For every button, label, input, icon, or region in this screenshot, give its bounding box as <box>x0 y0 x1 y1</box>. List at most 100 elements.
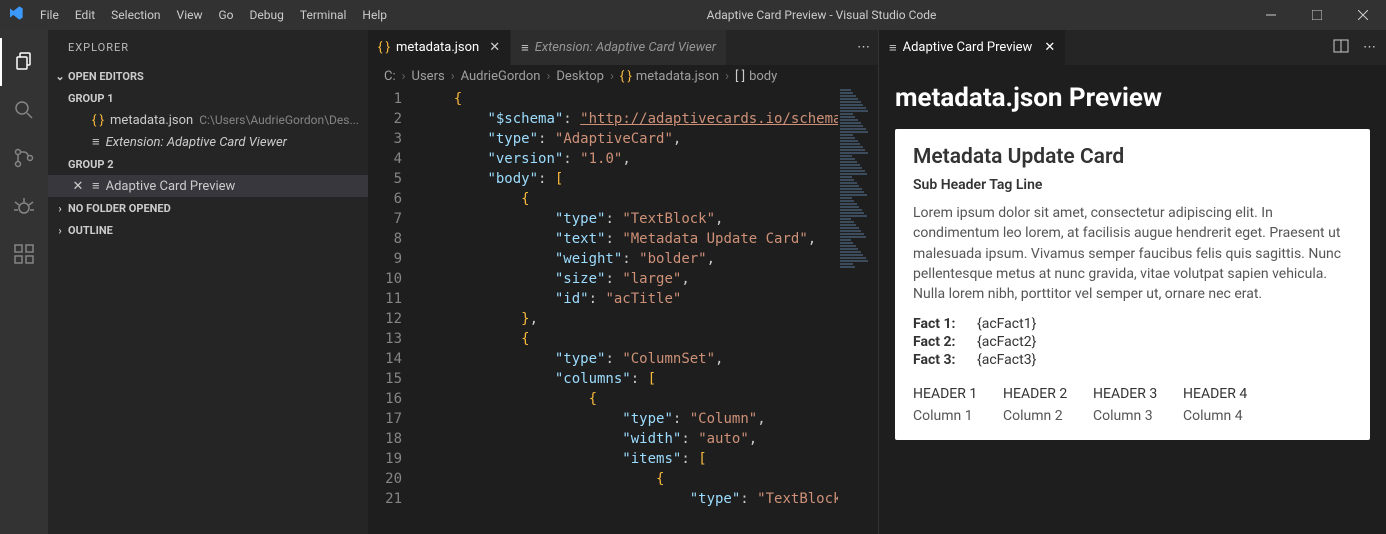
preview-icon: ≡ <box>889 40 897 56</box>
tab-adaptive-card-preview[interactable]: ≡ Adaptive Card Preview ✕ <box>879 30 1065 65</box>
menu-selection[interactable]: Selection <box>103 0 168 30</box>
code-editor[interactable]: 123456789101112131415161718192021 { "$sc… <box>368 87 878 534</box>
tab-label: Extension: Adaptive Card Viewer <box>535 40 716 55</box>
editor-item-metadata-json[interactable]: { } metadata.json C:\Users\AudrieGordon\… <box>48 109 368 131</box>
search-icon[interactable] <box>0 86 48 134</box>
crumb-c[interactable]: C: <box>384 69 396 84</box>
extensions-icon[interactable] <box>0 230 48 278</box>
line-numbers: 123456789101112131415161718192021 <box>368 87 420 534</box>
fact-label: Fact 3: <box>913 352 965 368</box>
fact-row: Fact 2: {acFact2} <box>913 334 1352 350</box>
preview-icon: ≡ <box>92 134 100 150</box>
card-body-text: Lorem ipsum dolor sit amet, consectetur … <box>913 203 1352 304</box>
card-title: Metadata Update Card <box>913 145 1352 169</box>
json-file-icon: { } <box>378 40 390 55</box>
tab-extension-viewer[interactable]: ≡ Extension: Adaptive Card Viewer <box>511 30 727 65</box>
breadcrumbs: C:› Users› AudrieGordon› Desktop› { } me… <box>368 65 878 87</box>
close-button[interactable] <box>1340 0 1386 30</box>
file-name: Adaptive Card Preview <box>106 179 236 194</box>
card-column-headers: HEADER 1 HEADER 2 HEADER 3 HEADER 4 <box>913 386 1352 402</box>
menu-help[interactable]: Help <box>354 0 395 30</box>
fact-value: {acFact3} <box>977 352 1036 368</box>
no-folder-label: NO FOLDER OPENED <box>68 202 171 215</box>
chevron-down-icon: ⌄ <box>52 70 68 83</box>
tab-label: Adaptive Card Preview <box>903 40 1033 55</box>
menu-view[interactable]: View <box>169 0 211 30</box>
fact-label: Fact 2: <box>913 334 965 350</box>
editor-tabs: { } metadata.json ✕ ≡ Extension: Adaptiv… <box>368 30 878 65</box>
fact-label: Fact 1: <box>913 316 965 332</box>
crumb-users[interactable]: Users <box>412 69 445 84</box>
preview-icon: ≡ <box>92 178 100 194</box>
crumb-body[interactable]: body <box>749 69 777 84</box>
group-2-label: GROUP 2 <box>48 153 368 175</box>
code-content[interactable]: { "$schema": "http://adaptivecards.io/sc… <box>420 87 838 534</box>
preview-body: metadata.json Preview Metadata Update Ca… <box>879 65 1386 534</box>
chevron-right-icon: › <box>52 224 68 237</box>
column-header: HEADER 1 <box>913 386 989 402</box>
crumb-desktop[interactable]: Desktop <box>556 69 604 84</box>
activity-bar <box>0 30 48 534</box>
column-value: Column 2 <box>1003 408 1079 424</box>
crumb-file[interactable]: metadata.json <box>636 69 719 84</box>
column-value: Column 4 <box>1183 408 1259 424</box>
menu-go[interactable]: Go <box>211 0 242 30</box>
json-file-icon: { } <box>92 113 104 128</box>
editor-area: { } metadata.json ✕ ≡ Extension: Adaptiv… <box>368 30 878 534</box>
editor-item-extension-viewer[interactable]: ≡ Extension: Adaptive Card Viewer <box>48 131 368 153</box>
tab-metadata-json[interactable]: { } metadata.json ✕ <box>368 30 511 65</box>
explorer-icon[interactable] <box>0 38 48 86</box>
fact-row: Fact 3: {acFact3} <box>913 352 1352 368</box>
menu-bar: File Edit Selection View Go Debug Termin… <box>32 0 395 30</box>
minimap[interactable] <box>838 87 878 534</box>
preview-icon: ≡ <box>521 40 529 56</box>
json-file-icon: { } <box>620 69 632 84</box>
chevron-right-icon: › <box>52 202 68 215</box>
close-icon[interactable]: ✕ <box>70 179 86 194</box>
column-header: HEADER 4 <box>1183 386 1259 402</box>
card-column-values: Column 1 Column 2 Column 3 Column 4 <box>913 408 1352 424</box>
open-editors-section[interactable]: ⌄ OPEN EDITORS <box>48 65 368 87</box>
group-1-label: GROUP 1 <box>48 87 368 109</box>
title-bar: File Edit Selection View Go Debug Termin… <box>0 0 1386 30</box>
source-control-icon[interactable] <box>0 134 48 182</box>
card-subheader: Sub Header Tag Line <box>913 177 1352 193</box>
tab-label: metadata.json <box>396 40 479 55</box>
outline-section[interactable]: › OUTLINE <box>48 219 368 241</box>
column-value: Column 1 <box>913 408 989 424</box>
vscode-logo-icon <box>0 5 32 25</box>
menu-edit[interactable]: Edit <box>67 0 103 30</box>
file-name: Extension: Adaptive Card Viewer <box>106 135 287 150</box>
array-icon: [ ] <box>735 69 745 84</box>
menu-debug[interactable]: Debug <box>242 0 292 30</box>
crumb-audrie[interactable]: AudrieGordon <box>461 69 541 84</box>
column-header: HEADER 2 <box>1003 386 1079 402</box>
fact-value: {acFact2} <box>977 334 1036 350</box>
fact-row: Fact 1: {acFact1} <box>913 316 1352 332</box>
minimize-button[interactable] <box>1248 0 1294 30</box>
split-editor-icon[interactable] <box>1333 38 1349 58</box>
file-name: metadata.json <box>110 113 193 128</box>
preview-tabs: ≡ Adaptive Card Preview ✕ ⋯ <box>879 30 1386 65</box>
menu-terminal[interactable]: Terminal <box>292 0 355 30</box>
editor-item-adaptive-card-preview[interactable]: ✕ ≡ Adaptive Card Preview <box>48 175 368 197</box>
open-editors-label: OPEN EDITORS <box>68 70 144 83</box>
window-controls <box>1248 0 1386 30</box>
window-title: Adaptive Card Preview - Visual Studio Co… <box>395 8 1248 22</box>
no-folder-opened-section[interactable]: › NO FOLDER OPENED <box>48 197 368 219</box>
column-value: Column 3 <box>1093 408 1169 424</box>
menu-file[interactable]: File <box>32 0 67 30</box>
editor-more-actions[interactable]: ⋯ <box>849 30 878 65</box>
fact-value: {acFact1} <box>977 316 1036 332</box>
preview-panel: ≡ Adaptive Card Preview ✕ ⋯ metadata.jso… <box>878 30 1386 534</box>
file-path: C:\Users\AudrieGordon\Des... <box>199 113 359 127</box>
maximize-button[interactable] <box>1294 0 1340 30</box>
more-actions-icon[interactable]: ⋯ <box>1363 40 1376 55</box>
debug-icon[interactable] <box>0 182 48 230</box>
close-icon[interactable]: ✕ <box>489 40 500 55</box>
sidebar: EXPLORER ⌄ OPEN EDITORS GROUP 1 { } meta… <box>48 30 368 534</box>
sidebar-title: EXPLORER <box>48 30 368 65</box>
close-icon[interactable]: ✕ <box>1044 40 1055 55</box>
column-header: HEADER 3 <box>1093 386 1169 402</box>
preview-heading: metadata.json Preview <box>895 83 1370 113</box>
